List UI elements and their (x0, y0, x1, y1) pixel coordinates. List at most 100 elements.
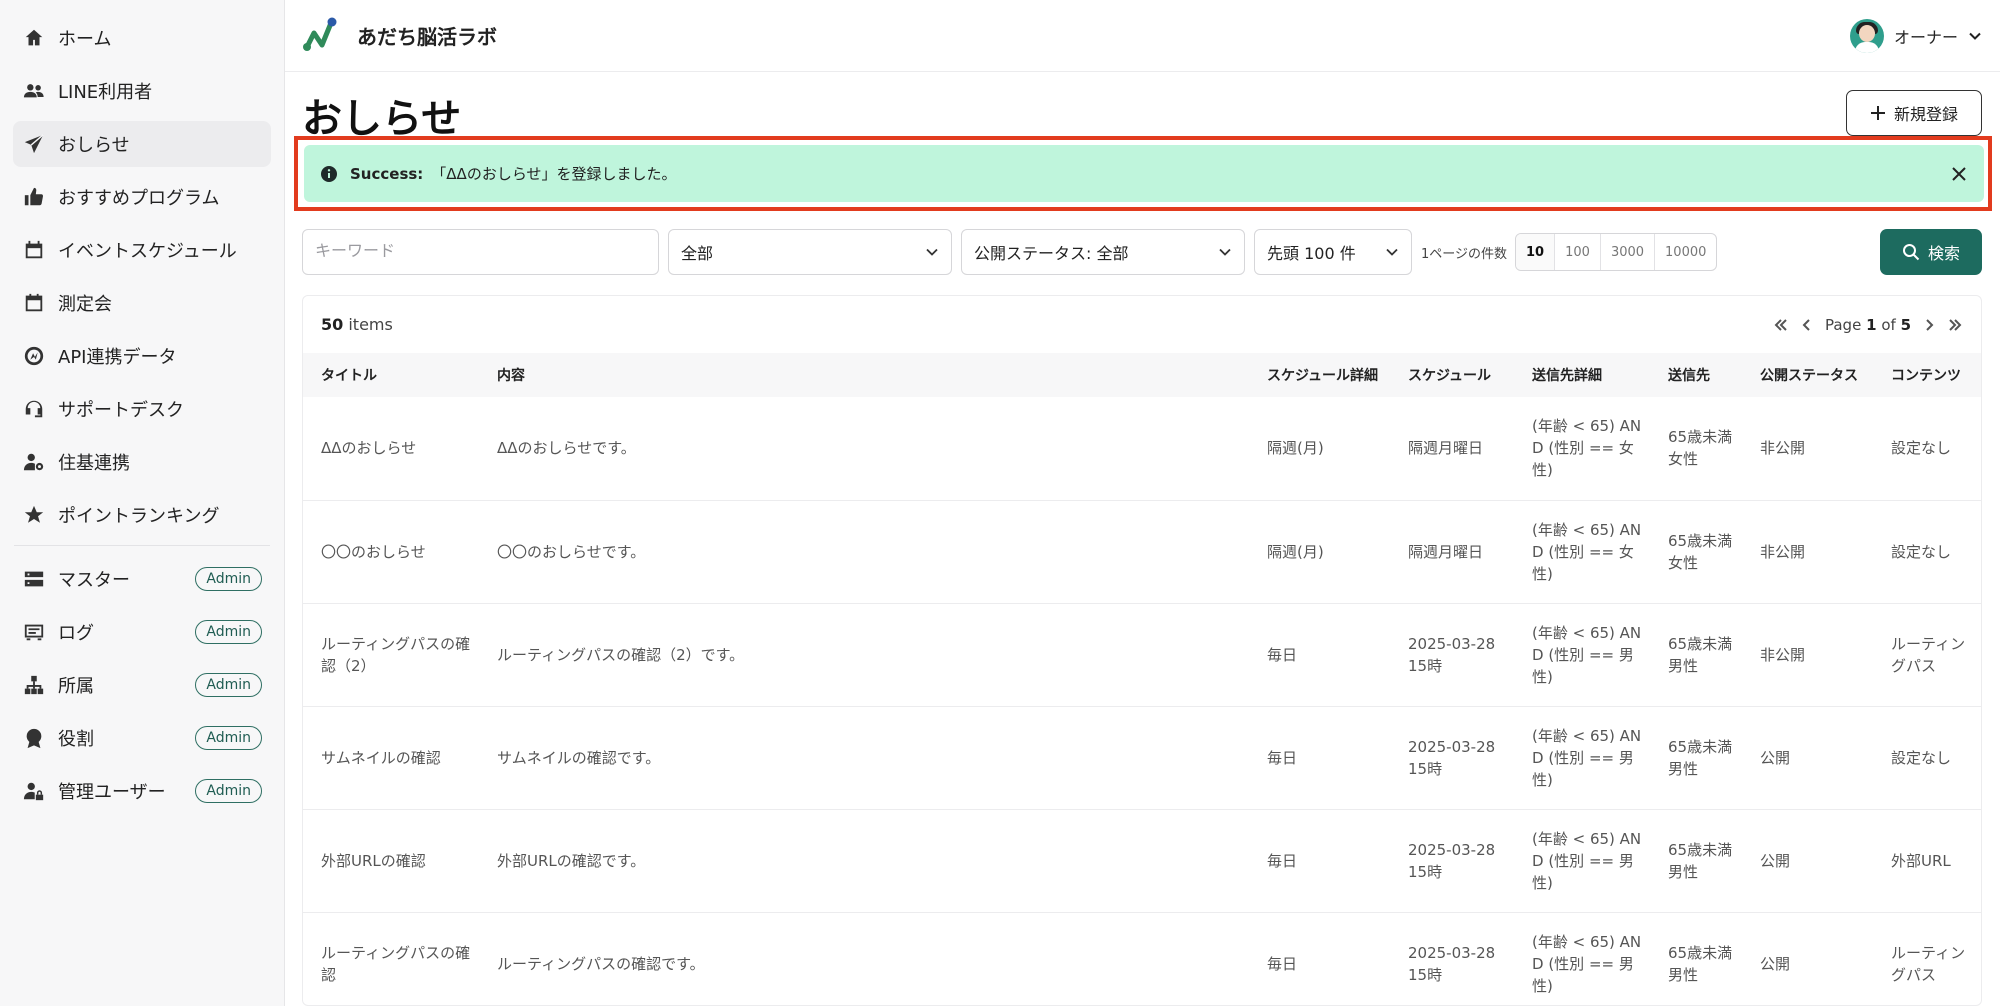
sidebar-item-label: ポイントランキング (58, 506, 220, 527)
sidebar-item-api-data[interactable]: API連携データ (13, 333, 271, 379)
sidebar-item-resident-link[interactable]: 住基連携 (13, 439, 271, 485)
column-header[interactable]: タイトル (303, 353, 479, 397)
calendar-icon (22, 238, 46, 262)
table-row[interactable]: 〇〇のおしらせ 〇〇のおしらせです。 隔週(月) 隔週月曜日 (年齢 < 65)… (303, 500, 1981, 604)
new-register-label: 新規登録 (1893, 105, 1958, 124)
close-icon[interactable] (1950, 165, 1968, 183)
sidebar-item-line-users[interactable]: LINE利用者 (13, 68, 271, 114)
per-page-option[interactable]: 10 (1516, 234, 1556, 270)
column-header[interactable]: 送信先 (1650, 353, 1742, 397)
org-chart-icon (22, 673, 46, 697)
sidebar-item-log[interactable]: ログ Admin (13, 609, 271, 655)
cell-content: 外部URLの確認です。 (479, 809, 1249, 913)
last-page-icon[interactable] (1947, 317, 1963, 333)
sidebar-item-point-ranking[interactable]: ポイントランキング (13, 492, 271, 538)
prev-page-icon[interactable] (1799, 317, 1815, 333)
avatar (1849, 18, 1884, 53)
sidebar-item-programs[interactable]: おすすめプログラム (13, 174, 271, 220)
cell-contents: 設定なし (1873, 706, 1981, 810)
user-menu[interactable]: オーナー (1849, 18, 1982, 53)
sidebar-item-label: サポートデスク (58, 400, 184, 421)
admin-badge: Admin (195, 620, 262, 644)
first-page-icon[interactable] (1773, 317, 1789, 333)
table-row[interactable]: ΔΔのおしらせ ΔΔのおしらせです。 隔週(月) 隔週月曜日 (年齢 < 65)… (303, 397, 1981, 501)
cell-target: 65歳未満男性 (1650, 809, 1742, 913)
column-header[interactable]: 公開ステータス (1742, 353, 1873, 397)
cell-title: 〇〇のおしらせ (303, 500, 479, 604)
cell-target-detail: (年齢 < 65) AND (性別 == 女性) (1514, 500, 1650, 604)
column-header[interactable]: 内容 (479, 353, 1249, 397)
column-header[interactable]: スケジュール詳細 (1249, 353, 1390, 397)
cell-schedule-detail: 毎日 (1249, 603, 1390, 707)
category-select-value: 全部 (681, 244, 714, 263)
sidebar-item-label: イベントスケジュール (58, 241, 237, 262)
log-icon (22, 620, 46, 644)
star-icon (22, 503, 46, 527)
cell-status: 非公開 (1742, 500, 1873, 604)
cell-status: 非公開 (1742, 603, 1873, 707)
item-count: 50 (321, 315, 344, 334)
app-logo[interactable] (301, 15, 343, 57)
sidebar-item-label: おしらせ (58, 135, 130, 156)
user-lock-icon (22, 779, 46, 803)
per-page-option[interactable]: 10000 (1655, 234, 1716, 270)
sidebar-item-event-schedule[interactable]: イベントスケジュール (13, 227, 271, 273)
cell-schedule-detail: 毎日 (1249, 706, 1390, 810)
limit-select-value: 先頭 100 件 (1267, 244, 1356, 263)
table-row[interactable]: ルーティングパスの確認 ルーティングパスの確認です。 毎日 2025-03-28… (303, 912, 1981, 1005)
search-button-label: 検索 (1927, 244, 1960, 263)
per-page-option[interactable]: 100 (1555, 234, 1601, 270)
cell-schedule-detail: 毎日 (1249, 809, 1390, 913)
per-page-option[interactable]: 3000 (1601, 234, 1656, 270)
page-of: of (1881, 315, 1896, 334)
notices-table-card: 50 items Page 1 of 5 タイトル 内容 スケジュール詳細 スケ… (302, 295, 1982, 1006)
cell-target-detail: (年齢 < 65) AND (性別 == 男性) (1514, 912, 1650, 1005)
users-icon (22, 79, 46, 103)
limit-select[interactable]: 先頭 100 件 (1254, 229, 1412, 275)
sidebar-item-role[interactable]: 役割 Admin (13, 715, 271, 761)
table-row[interactable]: 外部URLの確認 外部URLの確認です。 毎日 2025-03-28 15時 (… (303, 809, 1981, 913)
admin-badge: Admin (195, 567, 262, 591)
success-alert: Success: 「ΔΔのおしらせ」を登録しました。 (304, 145, 1984, 202)
table-header-row: タイトル 内容 スケジュール詳細 スケジュール 送信先詳細 送信先 公開ステータ… (303, 353, 1981, 397)
cell-schedule: 2025-03-28 15時 (1390, 912, 1514, 1005)
status-select[interactable]: 公開ステータス: 全部 (961, 229, 1245, 275)
column-header[interactable]: 送信先詳細 (1514, 353, 1650, 397)
user-gear-icon (22, 450, 46, 474)
search-button[interactable]: 検索 (1880, 229, 1982, 275)
new-register-button[interactable]: 新規登録 (1846, 90, 1982, 136)
cell-title: 外部URLの確認 (303, 809, 479, 913)
admin-badge: Admin (195, 673, 262, 697)
column-header[interactable]: スケジュール (1390, 353, 1514, 397)
table-row[interactable]: ルーティングパスの確認（2） ルーティングパスの確認（2）です。 毎日 2025… (303, 603, 1981, 707)
sidebar-item-measurement[interactable]: 測定会 (13, 280, 271, 326)
cell-schedule-detail: 毎日 (1249, 912, 1390, 1005)
sidebar-item-label: LINE利用者 (58, 82, 153, 103)
sidebar: ホーム LINE利用者 おしらせ おすすめプログラム イベントスケジュール 測定… (0, 0, 285, 1006)
table-row[interactable]: サムネイルの確認 サムネイルの確認です。 毎日 2025-03-28 15時 (… (303, 706, 1981, 810)
keyword-input[interactable] (302, 229, 659, 275)
column-header[interactable]: コンテンツ (1873, 353, 1981, 397)
status-select-value: 公開ステータス: 全部 (974, 244, 1129, 263)
sidebar-item-admin-users[interactable]: 管理ユーザー Admin (13, 768, 271, 814)
sidebar-item-support-desk[interactable]: サポートデスク (13, 386, 271, 432)
cell-target-detail: (年齢 < 65) AND (性別 == 男性) (1514, 809, 1650, 913)
admin-badge: Admin (195, 726, 262, 750)
item-count-suffix: items (348, 315, 393, 334)
home-icon (22, 26, 46, 50)
cell-status: 公開 (1742, 912, 1873, 1005)
cell-content: ルーティングパスの確認です。 (479, 912, 1249, 1005)
sidebar-item-affiliation[interactable]: 所属 Admin (13, 662, 271, 708)
sidebar-item-label: 住基連携 (58, 453, 130, 474)
sidebar-item-notices[interactable]: おしらせ (13, 121, 271, 167)
category-select[interactable]: 全部 (668, 229, 952, 275)
cell-contents: ルーティングパス (1873, 912, 1981, 1005)
medal-icon (22, 726, 46, 750)
next-page-icon[interactable] (1921, 317, 1937, 333)
sidebar-item-home[interactable]: ホーム (13, 15, 271, 61)
calendar-blank-icon (22, 291, 46, 315)
sidebar-item-master[interactable]: マスター Admin (13, 556, 271, 602)
sidebar-item-label: API連携データ (58, 347, 177, 368)
cell-title: サムネイルの確認 (303, 706, 479, 810)
cell-schedule-detail: 隔週(月) (1249, 397, 1390, 501)
